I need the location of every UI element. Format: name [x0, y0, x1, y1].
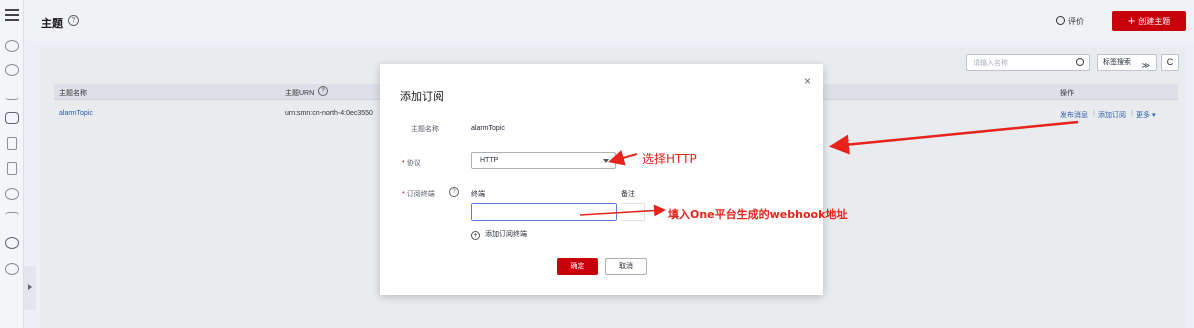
- annotation-select-http: 选择HTTP: [642, 152, 697, 166]
- annotation-fill-webhook: 填入One平台生成的webhook地址: [668, 208, 848, 221]
- arrow-to-protocol: [608, 150, 638, 166]
- annotation-arrows: [579, 120, 1079, 217]
- arrow-to-add-subscription: [829, 120, 1079, 155]
- arrow-to-endpoint: [579, 204, 666, 217]
